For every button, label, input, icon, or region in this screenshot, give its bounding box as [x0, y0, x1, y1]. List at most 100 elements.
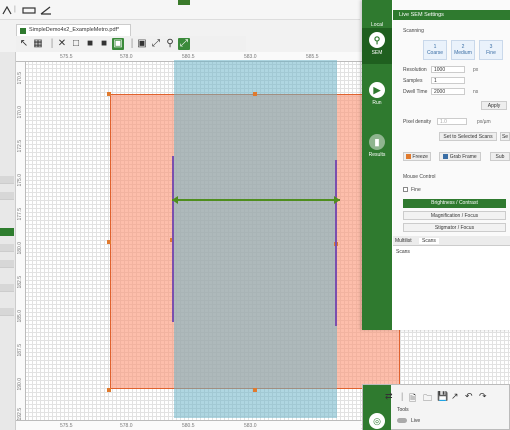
- pointer-icon[interactable]: ↖: [18, 38, 30, 50]
- tab-multilist[interactable]: Multilist: [395, 238, 412, 244]
- rectangle-tool-icon[interactable]: [22, 6, 36, 15]
- freeze-button[interactable]: Freeze: [403, 152, 431, 161]
- dwell-time-unit: ns: [473, 89, 479, 95]
- left-panel: [0, 52, 16, 430]
- select-box-icon[interactable]: ▦: [32, 38, 44, 50]
- angle-tool-icon[interactable]: [40, 6, 52, 15]
- resize-handle[interactable]: [253, 92, 257, 96]
- lower-tabs: Multilist Scans: [393, 236, 510, 246]
- resize-handle[interactable]: [107, 388, 111, 392]
- open-folder-icon[interactable]: 🗀: [423, 391, 432, 407]
- resolution-label: Resolution: [403, 67, 427, 73]
- resize-handle[interactable]: [253, 388, 257, 392]
- target-icon[interactable]: ◎: [369, 413, 385, 429]
- document-icon: [20, 28, 26, 34]
- ruler-tick: 580.5: [182, 423, 195, 429]
- chart-icon: ▮: [369, 134, 385, 150]
- measure-line-left[interactable]: [172, 156, 174, 322]
- new-document-icon[interactable]: 🗎: [409, 391, 416, 407]
- scan-region-overlay[interactable]: [174, 60, 337, 418]
- sidebar-item-results[interactable]: ▮ Results: [362, 130, 392, 166]
- fine-checkbox[interactable]: [403, 187, 408, 192]
- ruler-tick: 187.5: [17, 344, 23, 357]
- stigmator-focus-button[interactable]: Stigmator / Focus: [403, 223, 506, 232]
- delete-icon[interactable]: ✕: [56, 38, 68, 50]
- pixel-density-label: Pixel density: [403, 119, 432, 125]
- resize-handle[interactable]: [107, 92, 111, 96]
- ruler-tick: 578.0: [120, 423, 133, 429]
- panel-header: Live SEM Settings: [393, 10, 510, 20]
- redo-icon[interactable]: ↷: [479, 391, 487, 402]
- left-panel-row[interactable]: [0, 308, 14, 316]
- scan-coarse-button[interactable]: 1 Coarse: [423, 40, 447, 60]
- live-toggle[interactable]: [397, 418, 407, 423]
- ruler-tick: 170.5: [17, 72, 23, 85]
- grab-frame-button[interactable]: Grab Frame: [439, 152, 481, 161]
- sidebar-item-label: Results: [368, 152, 386, 158]
- live-label: Live: [411, 418, 421, 424]
- ruler-tick: 190.0: [17, 378, 23, 391]
- left-panel-row[interactable]: [0, 244, 14, 252]
- scan-mode-label: Fine: [486, 50, 496, 56]
- magnification-focus-button[interactable]: Magnification / Focus: [403, 211, 506, 220]
- ruler-tick: 172.5: [17, 140, 23, 153]
- undo-icon[interactable]: ↶: [465, 391, 473, 402]
- tab-scans[interactable]: Scans: [419, 238, 439, 244]
- left-panel-row[interactable]: [0, 176, 14, 184]
- sidebar-item-label: Run: [372, 100, 382, 106]
- scan-fine-button[interactable]: 3 Fine: [479, 40, 503, 60]
- resolution-field[interactable]: 1000: [431, 66, 465, 73]
- scan-mode-label: Coarse: [426, 50, 444, 56]
- grab-frame-label: Grab Frame: [449, 154, 477, 160]
- set-selected-scans-button[interactable]: Set to Selected Scans: [439, 132, 497, 141]
- active-indicator: [178, 0, 190, 5]
- tool-window: ◎ ⇄ | 🗎 🗀 💾 ↗ ↶ ↷ Tools Live: [362, 384, 510, 430]
- apply-button[interactable]: Apply: [481, 101, 507, 110]
- save-icon[interactable]: 💾: [437, 391, 448, 402]
- ruler-left: 170.5 170.0 172.5 175.0 177.5 180.0 182.…: [16, 62, 26, 430]
- ruler-tick: 578.0: [120, 54, 133, 60]
- ruler-tick: 185.0: [17, 310, 23, 323]
- ruler-bottom: 575.5 578.0 580.5 583.0: [16, 420, 361, 430]
- scanning-label: Scanning: [403, 28, 424, 34]
- sidebar-item-label: SEM: [371, 50, 383, 56]
- scan-medium-button[interactable]: 2 Medium: [451, 40, 475, 60]
- ruler-tick: 175.0: [17, 174, 23, 187]
- sidebar-item-sem[interactable]: ⚲ SEM: [362, 28, 392, 64]
- dwell-time-field[interactable]: 2000: [431, 88, 465, 95]
- left-panel-selected[interactable]: [0, 228, 14, 236]
- left-panel-row[interactable]: [0, 192, 14, 200]
- square-outline-icon[interactable]: □: [70, 38, 82, 50]
- snap-icon[interactable]: [2, 6, 12, 15]
- fit-icon[interactable]: ▣: [136, 38, 148, 50]
- sub-button[interactable]: Sub: [490, 152, 510, 161]
- pixel-density-unit: px/µm: [477, 119, 491, 125]
- square-filled-dark-icon[interactable]: ■: [98, 38, 110, 50]
- left-panel-row[interactable]: [0, 260, 14, 268]
- freeze-icon: [406, 154, 412, 160]
- zoom-icon[interactable]: ⚲: [164, 38, 176, 50]
- resolution-unit: px: [473, 67, 479, 73]
- resize-handle[interactable]: [107, 240, 111, 244]
- sidebar-item-run[interactable]: ▶ Run: [362, 78, 392, 114]
- tab-document-label: SimpleDemo4x2_ExampleMetro.pdf*: [29, 27, 120, 33]
- set-button[interactable]: Se: [500, 132, 510, 141]
- swap-icon[interactable]: ⇄: [385, 391, 393, 402]
- ruler-tick: 192.5: [17, 408, 23, 421]
- export-icon[interactable]: ↗: [451, 391, 459, 402]
- left-panel-row[interactable]: [0, 284, 14, 292]
- drawing-toolbar: ↖ ▦ | ✕ □ ■ ■ ▣ | ▣ ⤢ ⚲ ⤢: [16, 36, 246, 52]
- measure-line-horizontal[interactable]: [172, 199, 340, 201]
- tab-document[interactable]: SimpleDemo4x2_ExampleMetro.pdf*: [16, 24, 131, 36]
- samples-label: Samples: [403, 78, 423, 84]
- tools-label: Tools: [397, 407, 409, 413]
- ruler-tick: 575.5: [60, 54, 73, 60]
- samples-field[interactable]: 1: [431, 77, 465, 84]
- layers-icon[interactable]: ▣: [112, 38, 124, 50]
- measure-line-right[interactable]: [335, 160, 337, 326]
- square-filled-icon[interactable]: ■: [84, 38, 96, 50]
- zoom-fit-icon[interactable]: ⤢: [178, 38, 190, 50]
- expand-icon[interactable]: ⤢: [150, 38, 162, 50]
- brightness-contrast-button[interactable]: Brightness / Contrast: [403, 199, 506, 208]
- pixel-density-field[interactable]: 1.0: [437, 118, 467, 125]
